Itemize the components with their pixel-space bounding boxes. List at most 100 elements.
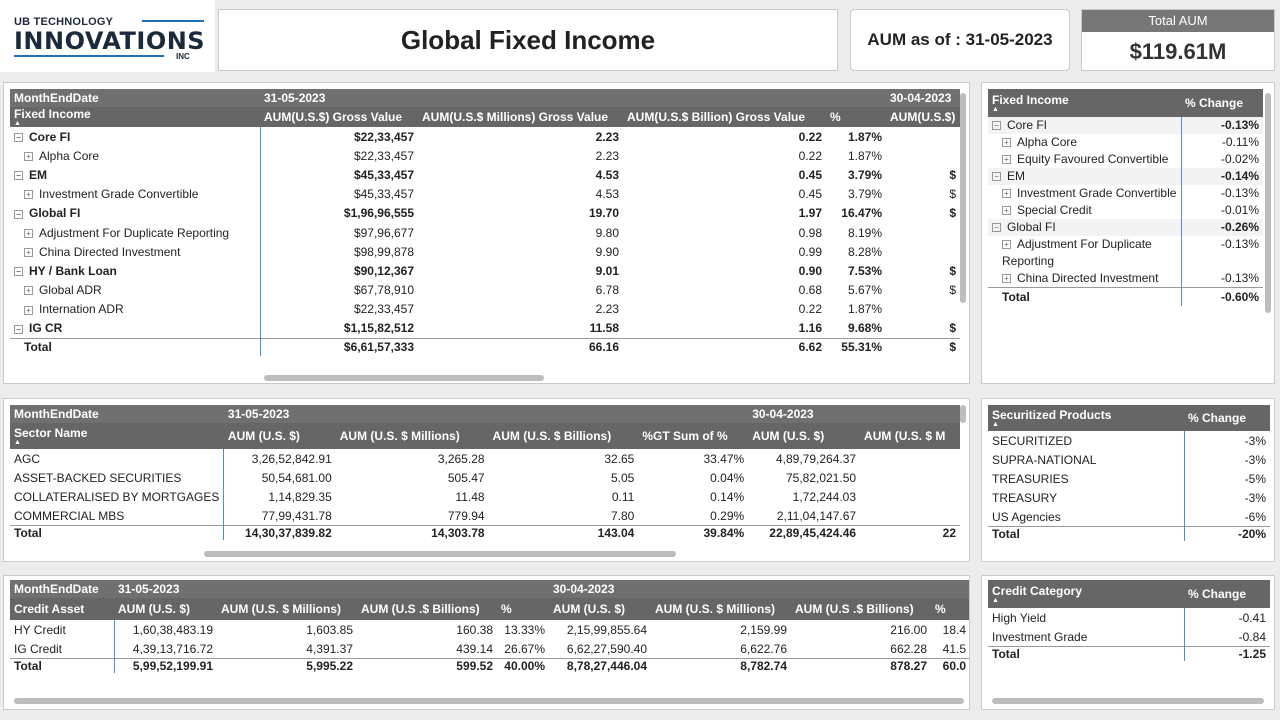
collapse-icon[interactable]: − bbox=[14, 171, 23, 181]
table-row[interactable]: − IG CR $1,15,82,512 11.58 1.16 9.68% $ bbox=[10, 318, 960, 339]
fi-change-pct-header[interactable]: % Change bbox=[1181, 89, 1263, 117]
credit-asset-header[interactable]: Credit Asset bbox=[10, 598, 114, 620]
col-header[interactable]: % bbox=[931, 598, 969, 620]
col-header[interactable]: AUM (U.S. $) bbox=[114, 598, 217, 620]
collapse-icon[interactable]: − bbox=[14, 209, 23, 219]
sector-matrix[interactable]: MonthEndDate 31-05-2023 30-04-2023 Secto… bbox=[3, 398, 970, 562]
table-cell: 0.22 bbox=[798, 129, 822, 144]
table-row[interactable]: − EM $45,33,457 4.53 0.45 3.79% $ bbox=[10, 165, 960, 185]
horizontal-scrollbar[interactable] bbox=[14, 698, 964, 704]
vertical-scrollbar[interactable] bbox=[960, 93, 966, 303]
collapse-icon[interactable]: − bbox=[992, 172, 1001, 182]
securitized-pct-header[interactable]: % Change bbox=[1184, 405, 1270, 431]
col-header[interactable]: AUM (U.S .$ Billions) bbox=[791, 598, 931, 620]
total-aum-value: $119.61M bbox=[1129, 39, 1227, 64]
col-header[interactable]: AUM (U.S. $ Millions) bbox=[335, 423, 489, 449]
col-header[interactable]: AUM (U.S. $) bbox=[223, 423, 336, 449]
expand-icon[interactable]: + bbox=[1002, 206, 1011, 216]
expand-icon[interactable]: + bbox=[24, 152, 33, 162]
table-row[interactable]: + Adjustment For Duplicate Reporting -0.13… bbox=[988, 236, 1263, 270]
table-row[interactable]: + Alpha Core -0.11% bbox=[988, 134, 1263, 151]
table-row[interactable]: IG Credit 4,39,13,716.72 4,391.37 439.14 26.… bbox=[10, 639, 969, 659]
table-row[interactable]: HY Credit 1,60,38,483.19 1,603.85 160.38 13.… bbox=[10, 620, 969, 640]
table-row[interactable]: SUPRA-NATIONAL -3% bbox=[988, 450, 1270, 470]
securitized-products-table[interactable]: Securitized Products ▲ % Change SECURITIZ… bbox=[981, 398, 1275, 562]
col-header[interactable]: %GT Sum of % bbox=[638, 423, 749, 449]
table-row[interactable]: Investment Grade -0.84 bbox=[988, 627, 1270, 647]
vertical-scrollbar[interactable] bbox=[960, 405, 966, 423]
expand-icon[interactable]: + bbox=[1002, 138, 1011, 148]
table-row[interactable]: + China Directed Investment $98,99,878 9.90… bbox=[10, 242, 960, 262]
fixed-income-matrix[interactable]: MonthEndDate 31-05-2023 30-04-2023 Fixed… bbox=[3, 82, 970, 384]
sector-name-header[interactable]: Sector Name ▲ bbox=[10, 423, 224, 449]
expand-icon[interactable]: + bbox=[1002, 189, 1011, 199]
table-row[interactable]: + Special Credit -0.01% bbox=[988, 202, 1263, 219]
collapse-icon[interactable]: − bbox=[14, 267, 23, 277]
vertical-scrollbar[interactable] bbox=[1265, 93, 1271, 313]
table-row[interactable]: − Core FI -0.13% bbox=[988, 117, 1263, 134]
table-cell: 39.84% bbox=[638, 525, 749, 541]
table-row[interactable]: − Global FI $1,96,96,555 19.70 1.97 16.47% $ bbox=[10, 203, 960, 223]
table-row[interactable]: − HY / Bank Loan $90,12,367 9.01 0.90 7.53% $ bbox=[10, 261, 960, 281]
table-row[interactable]: COMMERCIAL MBS 77,99,431.78 779.94 7.80 0.29… bbox=[10, 506, 960, 526]
horizontal-scrollbar[interactable] bbox=[992, 698, 1264, 704]
fixed-income-change-table[interactable]: Fixed Income ▲ % Change − Core FI -0.13% + Al… bbox=[981, 82, 1275, 384]
expand-icon[interactable]: + bbox=[24, 248, 33, 258]
table-row[interactable]: ASSET-BACKED SECURITIES 50,54,681.00 505.4… bbox=[10, 468, 960, 488]
securitized-name-header[interactable]: Securitized Products ▲ bbox=[988, 405, 1184, 431]
col-header[interactable]: AUM (U.S. $ Millions) bbox=[217, 598, 357, 620]
credit-category-name-header[interactable]: Credit Category ▲ bbox=[988, 580, 1184, 608]
table-row[interactable]: TREASURIES -5% bbox=[988, 469, 1270, 489]
table-row[interactable]: + China Directed Investment -0.13% bbox=[988, 270, 1263, 288]
table-row[interactable]: − EM -0.14% bbox=[988, 168, 1263, 185]
table-row[interactable]: + Investment Grade Convertible $45,33,457 4… bbox=[10, 184, 960, 204]
credit-category-table[interactable]: Credit Category ▲ % Change High Yield -0.4… bbox=[981, 575, 1275, 710]
expand-icon[interactable]: + bbox=[24, 228, 33, 238]
col-header[interactable]: AUM (U.S. $ Millions) bbox=[651, 598, 791, 620]
collapse-icon[interactable]: − bbox=[14, 324, 23, 334]
row-header[interactable]: Fixed Income ▲ bbox=[10, 107, 260, 127]
col-header[interactable]: AUM(U.S.$ Billion) Gross Value bbox=[623, 107, 826, 127]
expand-icon[interactable]: + bbox=[24, 305, 33, 315]
table-row[interactable]: + Alpha Core $22,33,457 2.23 0.22 1.87% bbox=[10, 146, 960, 166]
table-row[interactable]: COLLATERALISED BY MORTGAGES 1,14,829.35 11… bbox=[10, 487, 960, 507]
table-row[interactable]: US Agencies -6% bbox=[988, 507, 1270, 527]
table-row[interactable]: − Core FI $22,33,457 2.23 0.22 1.87% bbox=[10, 127, 960, 147]
table-row[interactable]: High Yield -0.41 bbox=[988, 608, 1270, 628]
col-header[interactable]: % bbox=[497, 598, 549, 620]
table-row[interactable]: + Equity Favoured Convertible -0.02% bbox=[988, 151, 1263, 168]
fi-change-name-header[interactable]: Fixed Income ▲ bbox=[988, 89, 1181, 117]
table-row[interactable]: + Adjustment For Duplicate Reporting $97,9… bbox=[10, 222, 960, 243]
table-row[interactable]: + Global ADR $67,78,910 6.78 0.68 5.67% $ bbox=[10, 280, 960, 300]
table-row[interactable]: AGC 3,26,52,842.91 3,265.28 32.65 33.47% 4,89… bbox=[10, 449, 960, 469]
collapse-icon[interactable]: − bbox=[14, 132, 23, 142]
expand-icon[interactable]: + bbox=[1002, 274, 1011, 284]
col-header[interactable]: AUM(U.S.$ Millions) Gross Value bbox=[418, 107, 623, 127]
collapse-icon[interactable]: − bbox=[992, 223, 1001, 233]
credit-category-pct-header[interactable]: % Change bbox=[1184, 580, 1270, 608]
col-header[interactable]: AUM (U.S. $) bbox=[748, 423, 861, 449]
col-header[interactable]: AUM (U.S .$ Billions) bbox=[357, 598, 497, 620]
expand-icon[interactable]: + bbox=[24, 190, 33, 200]
expand-icon[interactable]: + bbox=[1002, 155, 1011, 165]
col-header[interactable]: AUM (U.S. $ Billions) bbox=[488, 423, 639, 449]
table-row[interactable]: + Investment Grade Convertible -0.13% bbox=[988, 185, 1263, 202]
table-row[interactable]: − Global FI -0.26% bbox=[988, 219, 1263, 236]
expand-icon[interactable]: + bbox=[24, 286, 33, 296]
col-header[interactable]: AUM (U.S. $) bbox=[549, 598, 651, 620]
table-cell: 1,603.85 bbox=[306, 622, 353, 637]
col-header[interactable]: AUM (U.S. $ M bbox=[860, 423, 960, 449]
expand-icon[interactable]: + bbox=[1002, 240, 1011, 250]
col-header[interactable]: % bbox=[826, 107, 886, 127]
total-row: Total -0.60% bbox=[988, 287, 1263, 306]
horizontal-scrollbar[interactable] bbox=[204, 551, 676, 557]
table-row[interactable]: TREASURY -3% bbox=[988, 488, 1270, 508]
table-row[interactable]: SECURITIZED -3% bbox=[988, 431, 1270, 451]
row-label: − IG CR bbox=[10, 318, 261, 339]
collapse-icon[interactable]: − bbox=[992, 121, 1001, 131]
table-row[interactable]: + Internation ADR $22,33,457 2.23 0.22 1.87% bbox=[10, 299, 960, 319]
col-header[interactable]: AUM(U.S.$) Gross Value bbox=[260, 107, 418, 127]
horizontal-scrollbar[interactable] bbox=[264, 375, 544, 381]
credit-asset-matrix[interactable]: MonthEndDate 31-05-2023 30-04-2023 Credi… bbox=[3, 575, 970, 710]
col-header[interactable]: AUM(U.S.$) bbox=[886, 107, 960, 127]
